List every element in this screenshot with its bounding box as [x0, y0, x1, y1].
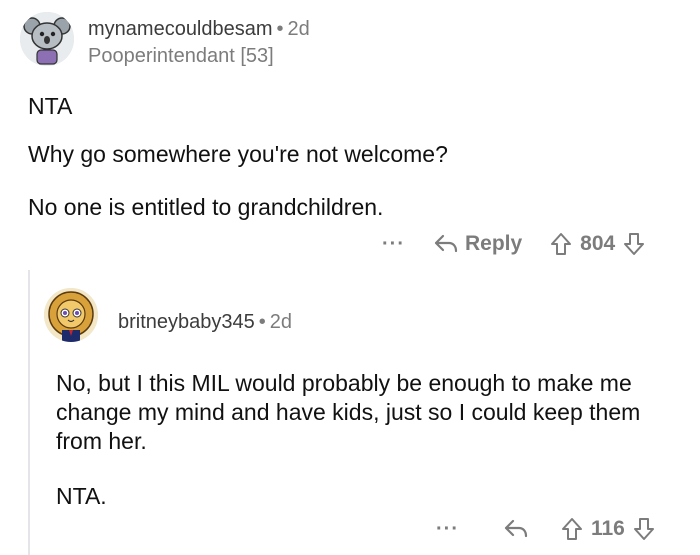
- downvote-button[interactable]: [633, 517, 655, 541]
- downvote-icon: [633, 518, 654, 540]
- comment-1-actions: ··· Reply 804: [382, 230, 645, 258]
- reply-arrow-icon: [434, 234, 458, 253]
- comment-2-age: 2d: [269, 311, 293, 333]
- comment-2-paragraph: No, but I this MIL would probably be eno…: [56, 370, 641, 454]
- meta-separator: •: [258, 311, 266, 333]
- upvote-button[interactable]: [561, 517, 583, 541]
- reply-button[interactable]: Reply: [433, 232, 522, 256]
- reply-arrow-icon: [504, 519, 528, 538]
- upvote-icon: [551, 233, 572, 255]
- comment-2-username[interactable]: britneybaby345: [118, 311, 255, 333]
- comment-1-paragraph: NTA: [28, 93, 73, 119]
- comment-1-age: 2d: [287, 18, 310, 40]
- vote-count: 804: [580, 232, 616, 255]
- avatar-mynamecouldbesam[interactable]: [20, 12, 74, 66]
- comment-2-meta: britneybaby345 • 2d: [118, 311, 292, 334]
- comment-1-meta: mynamecouldbesam • 2d: [88, 18, 310, 41]
- reply-button[interactable]: [503, 518, 529, 540]
- vote-count: 116: [590, 517, 625, 540]
- more-options-button[interactable]: ···: [436, 518, 459, 541]
- comment-1-paragraph: No one is entitled to grandchildren.: [28, 194, 384, 220]
- downvote-icon: [624, 233, 645, 255]
- downvote-button[interactable]: [623, 232, 645, 256]
- meta-separator: •: [276, 18, 284, 40]
- thread-line[interactable]: [28, 270, 30, 555]
- lion-avatar-icon: [44, 288, 98, 342]
- comment-2-paragraph: NTA.: [56, 483, 107, 509]
- comment-1-paragraph: Why go somewhere you're not welcome?: [28, 141, 448, 167]
- avatar-britneybaby345[interactable]: [44, 288, 98, 342]
- upvote-icon: [561, 518, 582, 540]
- comment-1-flair: Pooperintendant [53]: [88, 45, 274, 67]
- comment-2-actions: ··· 116: [436, 515, 655, 543]
- reply-label: Reply: [464, 232, 523, 255]
- koala-avatar-icon: [20, 12, 74, 66]
- more-options-button[interactable]: ···: [382, 233, 405, 256]
- comment-1-username[interactable]: mynamecouldbesam: [88, 18, 273, 40]
- upvote-button[interactable]: [550, 232, 572, 256]
